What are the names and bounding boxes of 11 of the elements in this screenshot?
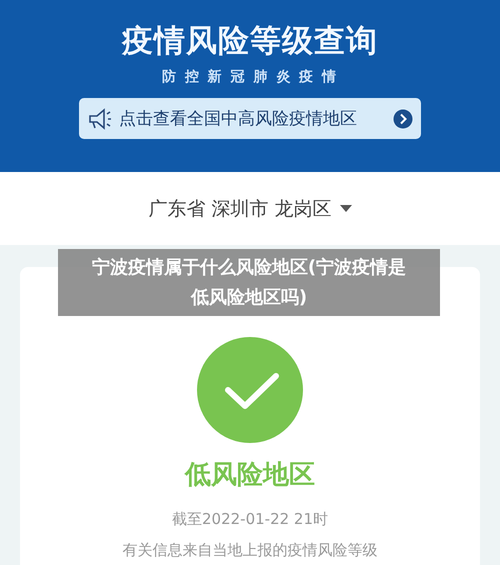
page-subtitle: 防 控 新 冠 肺 炎 疫 情	[162, 68, 338, 86]
megaphone-icon	[87, 106, 113, 130]
dropdown-caret-icon	[340, 204, 352, 212]
risk-level: 低风险地区	[185, 459, 315, 492]
notice-link[interactable]: 点击查看全国中高风险疫情地区	[79, 98, 421, 139]
location-dropdown[interactable]: 广东省 深圳市 龙岗区	[142, 194, 358, 222]
source-note: 有关信息来自当地上报的疫情风险等级	[122, 541, 378, 560]
chevron-right-icon	[393, 108, 413, 128]
caption-overlay: 宁波疫情属于什么风险地区(宁波疫情是低风险地区吗)	[58, 249, 440, 316]
page-title: 疫情风险等级查询	[122, 22, 378, 61]
update-time: 截至2022-01-22 21时	[172, 510, 328, 529]
